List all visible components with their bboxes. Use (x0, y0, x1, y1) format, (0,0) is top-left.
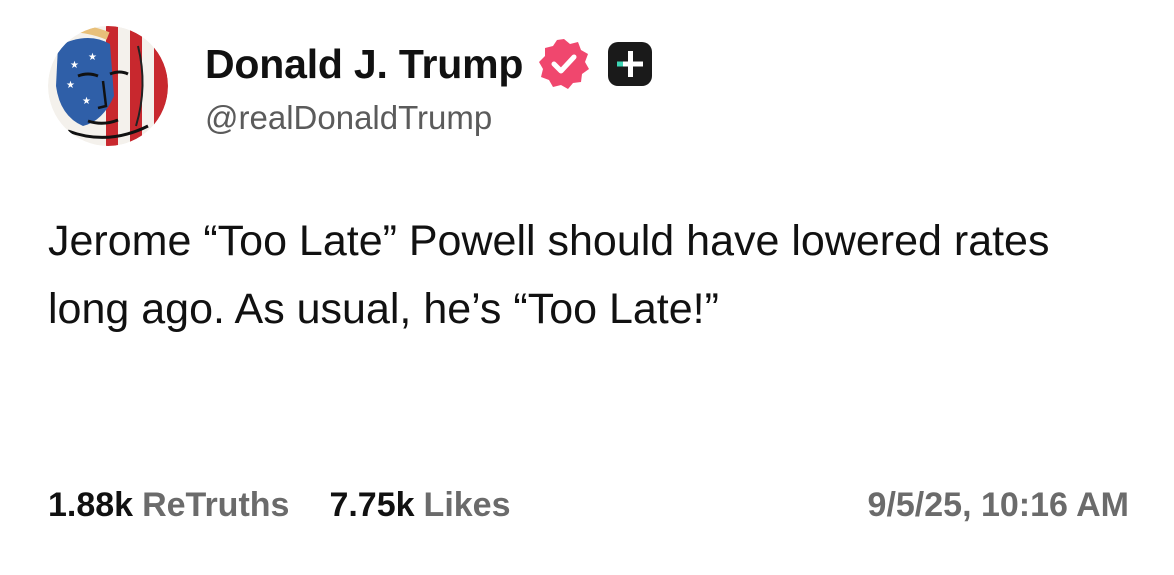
retruths-label: ReTruths (142, 486, 290, 524)
avatar-portrait-icon: ★ ★ ★ ★ (48, 26, 168, 146)
likes-label: Likes (423, 486, 511, 524)
post-timestamp[interactable]: 9/5/25, 10:16 AM (868, 486, 1129, 525)
author-name-row: Donald J. Trump (205, 36, 653, 92)
retruths-count: 1.88k (48, 486, 134, 524)
svg-text:★: ★ (82, 96, 91, 107)
likes-stat[interactable]: 7.75k Likes (329, 486, 510, 525)
svg-text:★: ★ (70, 60, 79, 71)
retruths-stat[interactable]: 1.88k ReTruths (48, 486, 289, 525)
verified-badge-icon (537, 37, 591, 91)
plus-icon (607, 41, 653, 87)
svg-text:★: ★ (88, 52, 97, 63)
post-text: Jerome “Too Late” Powell should have low… (48, 217, 1050, 333)
svg-text:★: ★ (66, 80, 75, 91)
author-display-name[interactable]: Donald J. Trump (205, 41, 523, 88)
likes-count: 7.75k (329, 486, 415, 524)
truth-post[interactable]: ★ ★ ★ ★ Donald J. Trump @realDonaldTrump… (0, 0, 1174, 575)
author-avatar[interactable]: ★ ★ ★ ★ (48, 26, 168, 146)
author-handle[interactable]: @realDonaldTrump (205, 99, 492, 137)
post-stats: 1.88k ReTruths 7.75k Likes (48, 486, 511, 525)
